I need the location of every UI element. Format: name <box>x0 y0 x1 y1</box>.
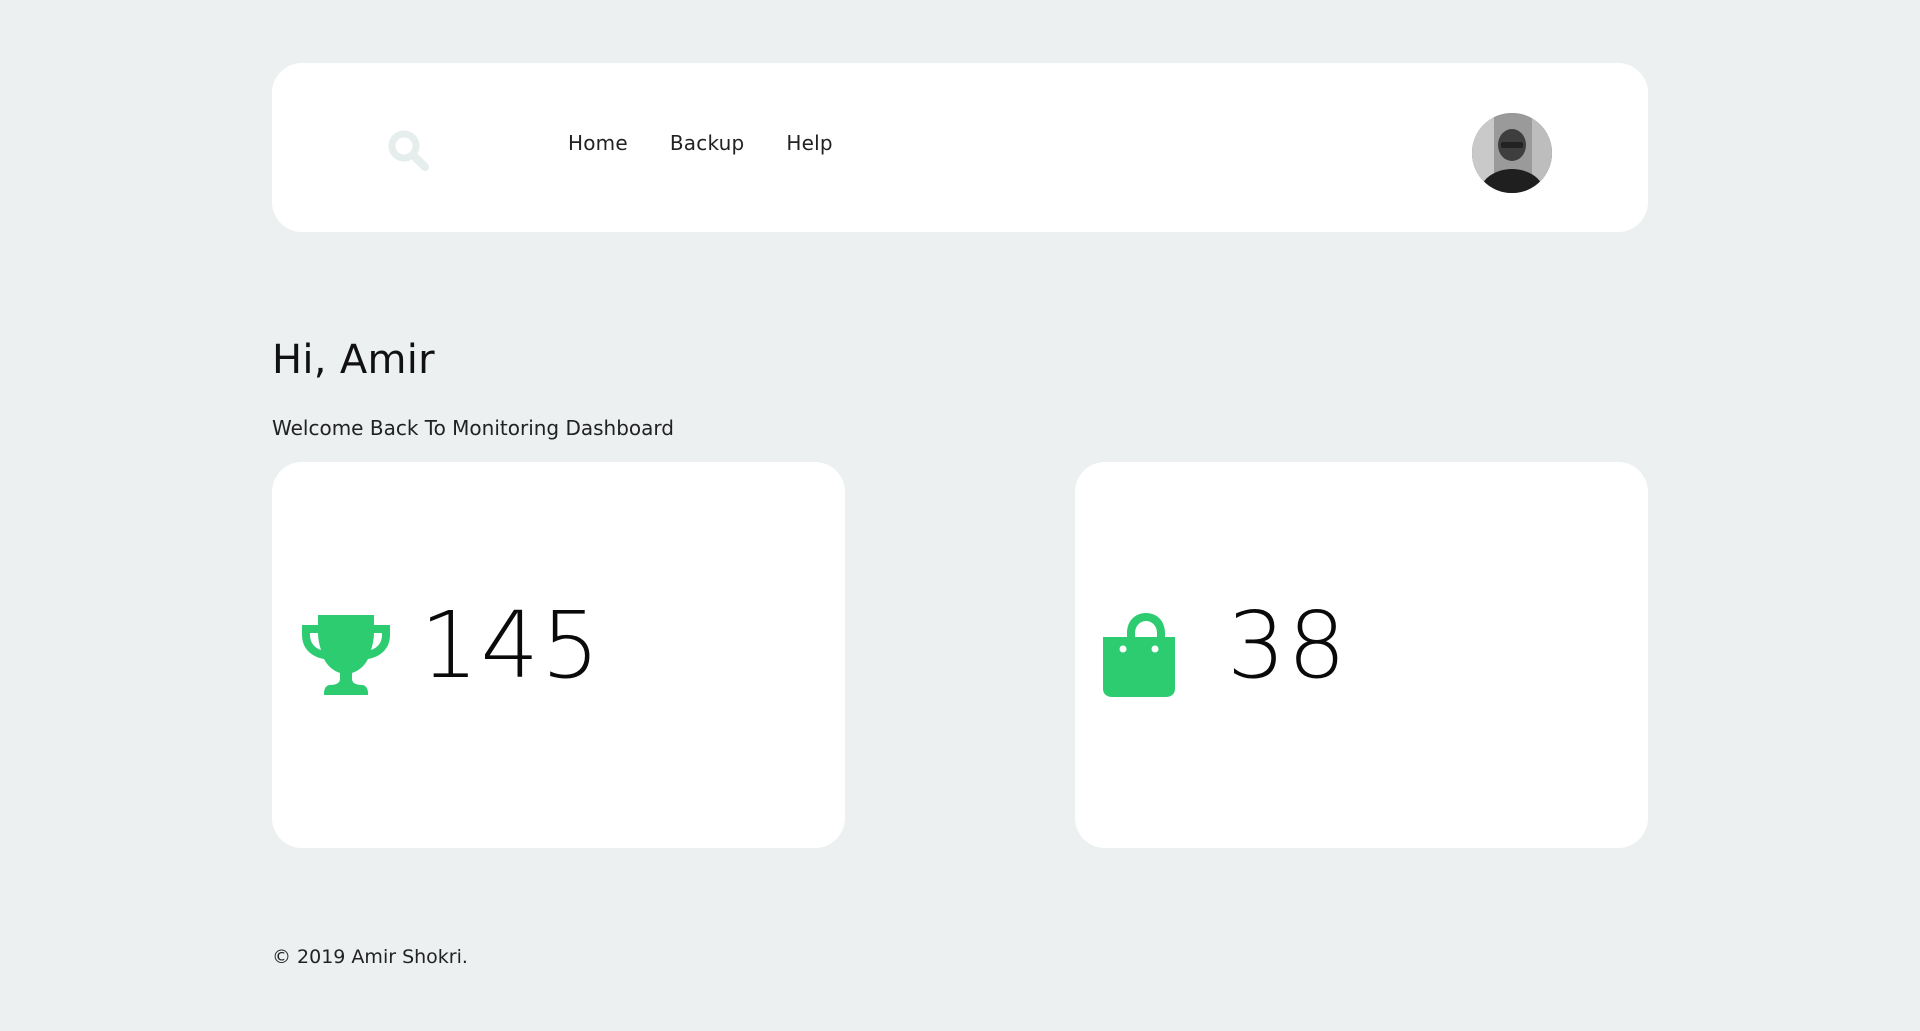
avatar-silhouette-icon <box>1472 113 1552 193</box>
welcome-subtitle: Welcome Back To Monitoring Dashboard <box>272 416 674 440</box>
nav-help-link[interactable]: Help <box>786 131 832 155</box>
trophy-icon <box>302 615 390 695</box>
user-avatar[interactable] <box>1472 113 1552 193</box>
footer-copyright: © 2019 Amir Shokri. <box>272 946 468 968</box>
top-navbar: Home Backup Help <box>272 63 1648 232</box>
nav-backup-link[interactable]: Backup <box>670 131 745 155</box>
trophy-stat-value: 145 <box>420 592 602 699</box>
search-icon[interactable] <box>385 127 433 175</box>
stat-card-bag: 38 <box>1075 462 1648 848</box>
main-nav: Home Backup Help <box>568 131 833 155</box>
nav-home-link[interactable]: Home <box>568 131 628 155</box>
bag-stat-value: 38 <box>1227 592 1349 699</box>
shopping-bag-icon <box>1103 613 1175 697</box>
greeting-title: Hi, Amir <box>272 337 435 383</box>
stat-card-trophy: 145 <box>272 462 845 848</box>
